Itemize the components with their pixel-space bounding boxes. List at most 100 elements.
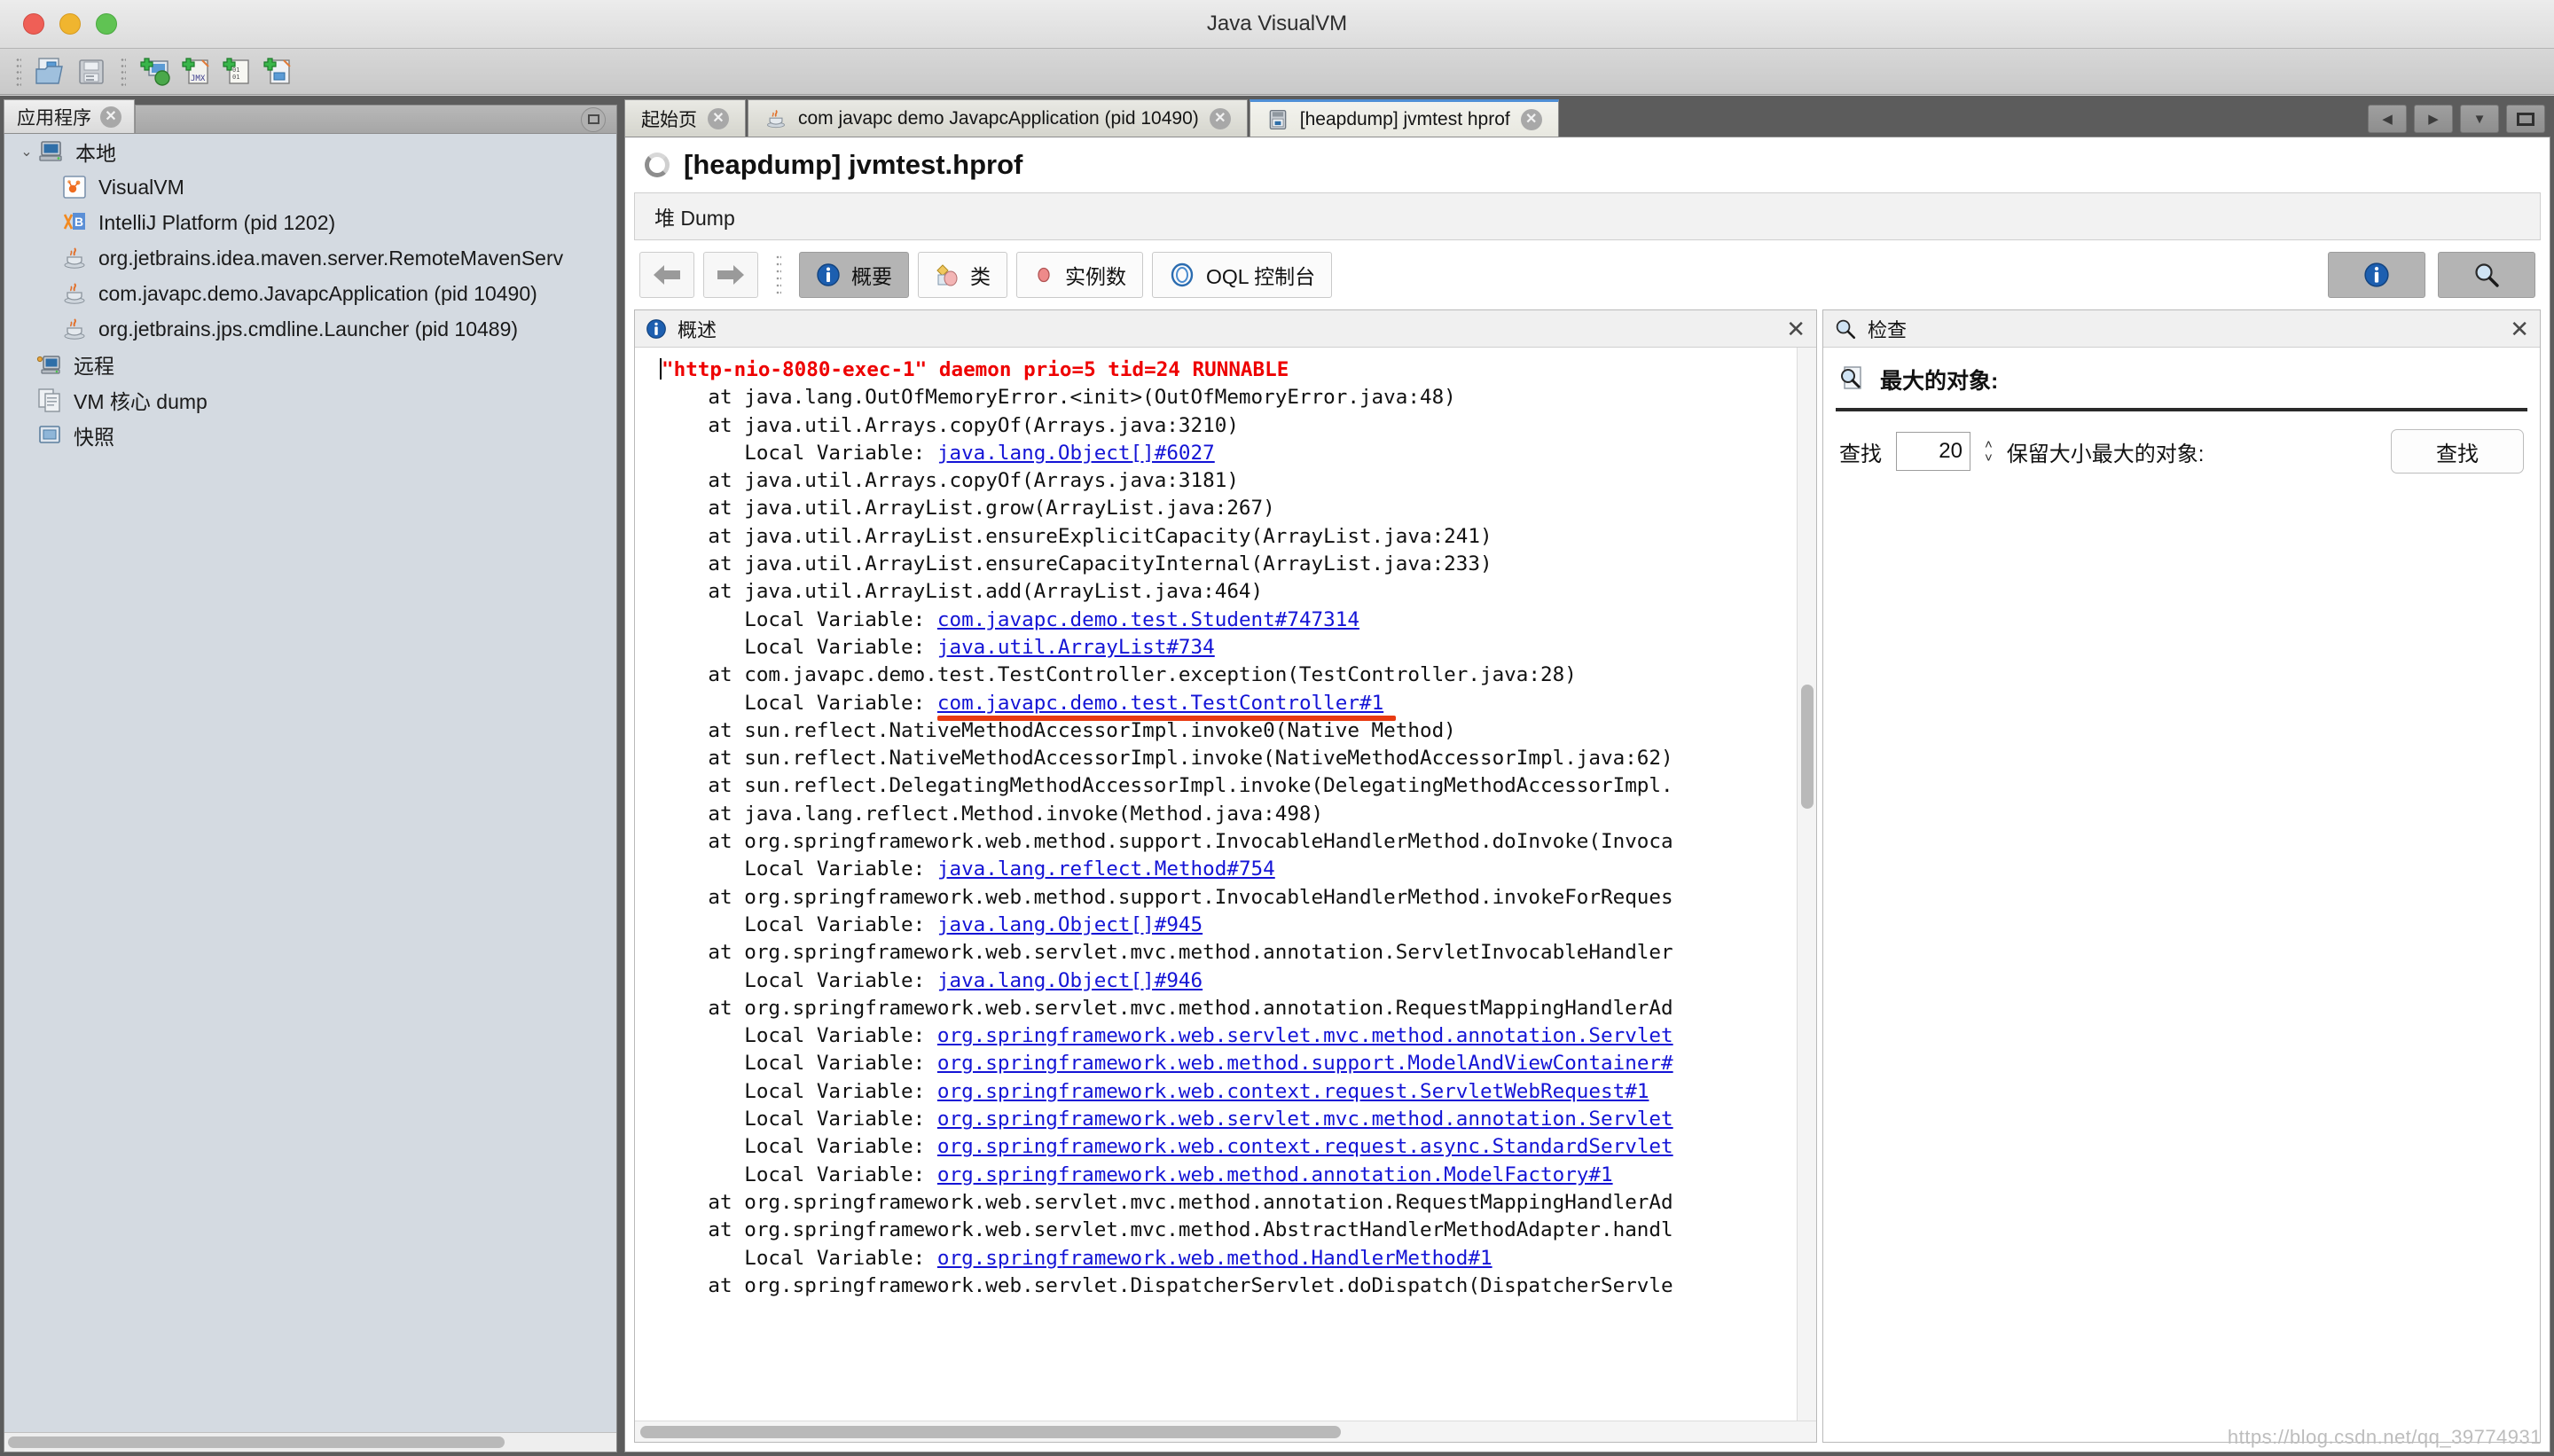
maximize-window-button[interactable] <box>96 13 117 35</box>
document-title-bar: [heapdump] jvmtest.hprof <box>625 137 2550 192</box>
trace-line: Local Variable: java.lang.Object[]#6027 <box>660 440 1816 467</box>
forward-button[interactable] <box>703 252 758 298</box>
applications-tree[interactable]: ⌄ 本地 <box>4 133 617 1452</box>
overview-pane-close-icon[interactable]: ✕ <box>1786 317 1806 341</box>
object-reference-link[interactable]: org.springframework.web.method.annotatio… <box>937 1163 1613 1186</box>
info-toggle-button[interactable] <box>2328 252 2425 298</box>
panes-container: 概述 ✕ "http-nio-8080-exec-1" daemon prio=… <box>625 309 2550 1452</box>
window-controls[interactable] <box>23 13 117 35</box>
thread-header-text: "http-nio-8080-exec-1" daemon prio=5 tid… <box>662 358 1289 381</box>
toolbar-grip-2[interactable] <box>121 57 126 87</box>
tree-item-remote[interactable]: 远程 <box>4 347 616 382</box>
scrollbar-thumb[interactable] <box>1801 685 1814 809</box>
tree-item-intellij[interactable]: B IntelliJ Platform (pid 1202) <box>4 205 616 240</box>
tab-start-page[interactable]: 起始页 ✕ <box>624 99 746 137</box>
inspect-pane-header: 检查 ✕ <box>1823 310 2540 348</box>
tree-item-visualvm[interactable]: VisualVM <box>4 169 616 205</box>
dock-tab-applications[interactable]: 应用程序 ✕ <box>4 99 135 133</box>
object-reference-link[interactable]: org.springframework.web.context.request.… <box>937 1135 1673 1158</box>
stepper-down-icon[interactable]: ˅ <box>1985 452 1993 464</box>
info-icon <box>816 262 841 287</box>
tab-heapdump[interactable]: [heapdump] jvmtest hprof ✕ <box>1250 99 1559 137</box>
save-snapshot-icon[interactable] <box>73 54 110 90</box>
scrollbar-thumb[interactable] <box>640 1426 1341 1438</box>
mode-button-instances[interactable]: 实例数 <box>1016 252 1143 298</box>
object-reference-link[interactable]: org.springframework.web.method.HandlerMe… <box>937 1247 1492 1270</box>
mode-button-classes[interactable]: 类 <box>918 252 1007 298</box>
tree-item-javapc-application[interactable]: com.javapc.demo.JavapcApplication (pid 1… <box>4 276 616 311</box>
object-count-input[interactable]: 20 <box>1896 432 1970 471</box>
dock-tabstrip-filler <box>135 105 617 133</box>
local-variable-label: Local Variable: <box>660 636 937 659</box>
tab-javapc-application[interactable]: com javapc demo JavapcApplication (pid 1… <box>748 99 1248 137</box>
biggest-objects-section-header: 最大的对象: <box>1823 348 2540 404</box>
tree-horizontal-scrollbar[interactable] <box>4 1432 616 1452</box>
chevron-down-icon[interactable]: ⌄ <box>15 140 38 163</box>
toolbar-grip[interactable] <box>16 57 21 87</box>
object-count-stepper[interactable]: ˄ ˅ <box>1985 439 1993 464</box>
tab-close-icon[interactable]: ✕ <box>1210 108 1231 129</box>
dock-tabstrip: 应用程序 ✕ <box>4 98 617 133</box>
local-variable-label: Local Variable: <box>660 1024 937 1047</box>
trace-line: Local Variable: org.springframework.web.… <box>660 1022 1816 1050</box>
tab-scroll-right-icon[interactable]: ▶ <box>2414 105 2453 133</box>
tab-close-icon[interactable]: ✕ <box>708 108 729 129</box>
object-reference-link[interactable]: java.lang.Object[]#6027 <box>937 442 1215 465</box>
dock-tab-close-icon[interactable]: ✕ <box>100 106 121 128</box>
trace-line: Local Variable: java.util.ArrayList#734 <box>660 634 1816 661</box>
trace-frame-line: at java.util.ArrayList.grow(ArrayList.ja… <box>660 495 1816 522</box>
tab-scroll-left-icon[interactable]: ◀ <box>2368 105 2407 133</box>
retained-size-label: 保留大小最大的对象: <box>2007 436 2205 467</box>
object-reference-link[interactable]: java.lang.reflect.Method#754 <box>937 857 1275 881</box>
trace-line: Local Variable: java.lang.Object[]#945 <box>660 912 1816 939</box>
find-button[interactable]: 查找 <box>2391 429 2524 474</box>
window-title: Java VisualVM <box>0 12 2554 36</box>
object-reference-link[interactable]: org.springframework.web.context.request.… <box>937 1080 1649 1103</box>
body-area: 应用程序 ✕ ⌄ 本地 <box>0 96 2554 1456</box>
tree-item-vm-coredump[interactable]: VM 核心 dump <box>4 382 616 418</box>
trace-frame-line: at org.springframework.web.servlet.mvc.m… <box>660 1189 1816 1217</box>
minimize-window-button[interactable] <box>59 13 81 35</box>
local-variable-label: Local Variable: <box>660 1135 937 1158</box>
applications-dock: 应用程序 ✕ ⌄ 本地 <box>0 96 621 1456</box>
search-icon <box>2472 261 2501 289</box>
trace-vertical-scrollbar[interactable] <box>1797 348 1816 1421</box>
float-dock-icon[interactable] <box>581 107 606 132</box>
add-jmx-connection-icon[interactable]: JMX <box>177 54 215 90</box>
add-application-icon[interactable] <box>259 54 296 90</box>
object-reference-link[interactable]: java.util.ArrayList#734 <box>937 636 1215 659</box>
stepper-up-icon[interactable]: ˄ <box>1985 439 1993 450</box>
object-reference-link[interactable]: org.springframework.web.servlet.mvc.meth… <box>937 1024 1673 1047</box>
object-reference-link[interactable]: java.lang.Object[]#946 <box>937 969 1203 992</box>
inspect-pane-close-icon[interactable]: ✕ <box>2510 317 2529 341</box>
back-button[interactable] <box>639 252 694 298</box>
mode-button-summary[interactable]: 概要 <box>799 252 909 298</box>
mode-button-oql-console[interactable]: OQL 控制台 <box>1152 252 1332 298</box>
object-reference-link[interactable]: com.javapc.demo.test.TestController#1 <box>937 692 1383 715</box>
trace-frame-line: at org.springframework.web.method.suppor… <box>660 884 1816 912</box>
add-vm-coredump-icon[interactable]: 01 01 <box>218 54 255 90</box>
inspect-toggle-button[interactable] <box>2438 252 2535 298</box>
add-remote-host-icon[interactable] <box>137 54 174 90</box>
object-reference-link[interactable]: com.javapc.demo.test.Student#747314 <box>937 608 1359 631</box>
trace-horizontal-scrollbar[interactable] <box>635 1421 1816 1442</box>
trace-frame-line: at java.util.ArrayList.ensureExplicitCap… <box>660 523 1816 551</box>
scrollbar-thumb[interactable] <box>8 1436 505 1448</box>
object-reference-link[interactable]: org.springframework.web.method.support.M… <box>937 1052 1673 1075</box>
open-file-icon[interactable] <box>32 54 69 90</box>
stack-trace-text[interactable]: "http-nio-8080-exec-1" daemon prio=5 tid… <box>635 348 1816 1421</box>
tree-item-snapshots[interactable]: 快照 <box>4 418 616 453</box>
tab-close-icon[interactable]: ✕ <box>1521 109 1542 130</box>
tree-item-maven-server[interactable]: org.jetbrains.idea.maven.server.RemoteMa… <box>4 240 616 276</box>
object-reference-link[interactable]: java.lang.Object[]#945 <box>937 913 1203 936</box>
maximize-pane-icon[interactable] <box>2506 105 2545 133</box>
tree-item-jps-launcher[interactable]: org.jetbrains.jps.cmdline.Launcher (pid … <box>4 311 616 347</box>
object-reference-link[interactable]: org.springframework.web.servlet.mvc.meth… <box>937 1108 1673 1131</box>
tree-item-local[interactable]: ⌄ 本地 <box>4 134 616 169</box>
close-window-button[interactable] <box>23 13 44 35</box>
main-area: 起始页 ✕ com javapc demo JavapcApplication … <box>621 96 2554 1456</box>
overview-pane-body[interactable]: "http-nio-8080-exec-1" daemon prio=5 tid… <box>635 348 1816 1421</box>
tab-list-dropdown-icon[interactable]: ▼ <box>2460 105 2499 133</box>
local-variable-label: Local Variable: <box>660 1080 937 1103</box>
java-icon <box>61 316 88 342</box>
